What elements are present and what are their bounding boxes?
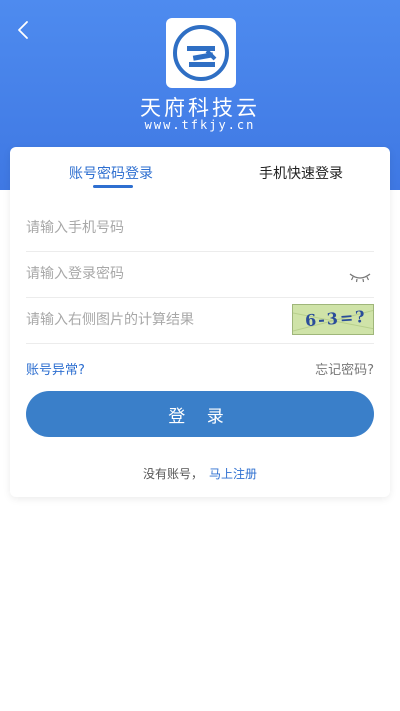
captcha-input[interactable] — [26, 297, 326, 343]
toggle-password-visibility[interactable] — [348, 268, 372, 283]
register-prompt: 没有账号， — [142, 467, 203, 481]
password-input[interactable] — [26, 251, 326, 297]
register-row: 没有账号， 马上注册 — [10, 465, 390, 482]
active-tab-indicator — [93, 185, 133, 188]
eye-closed-icon — [349, 273, 371, 283]
brand-url: www.tfkjy.cn — [144, 118, 256, 132]
forgot-password-link[interactable]: 忘记密码? — [315, 359, 374, 378]
back-button[interactable] — [12, 18, 36, 42]
phone-field-row — [26, 205, 374, 252]
back-icon — [18, 21, 28, 39]
phone-input[interactable] — [26, 205, 326, 251]
captcha-image[interactable]: 6-3=? — [292, 304, 374, 335]
login-card: 账号密码登录 手机快速登录 6-3=? 账号异常? 忘记密码 — [10, 147, 390, 497]
tfkjy-logo-icon — [173, 25, 229, 81]
account-issue-link[interactable]: 账号异常? — [26, 359, 85, 378]
password-field-row — [26, 251, 374, 298]
register-link[interactable]: 马上注册 — [209, 467, 257, 481]
login-tabs: 账号密码登录 手机快速登录 — [10, 147, 390, 193]
captcha-field-row: 6-3=? — [26, 297, 374, 344]
tab-phone-login[interactable]: 手机快速登录 — [259, 163, 343, 183]
tab-password-login[interactable]: 账号密码登录 — [69, 163, 153, 183]
app-logo — [166, 18, 236, 88]
login-button[interactable]: 登 录 — [26, 391, 374, 437]
